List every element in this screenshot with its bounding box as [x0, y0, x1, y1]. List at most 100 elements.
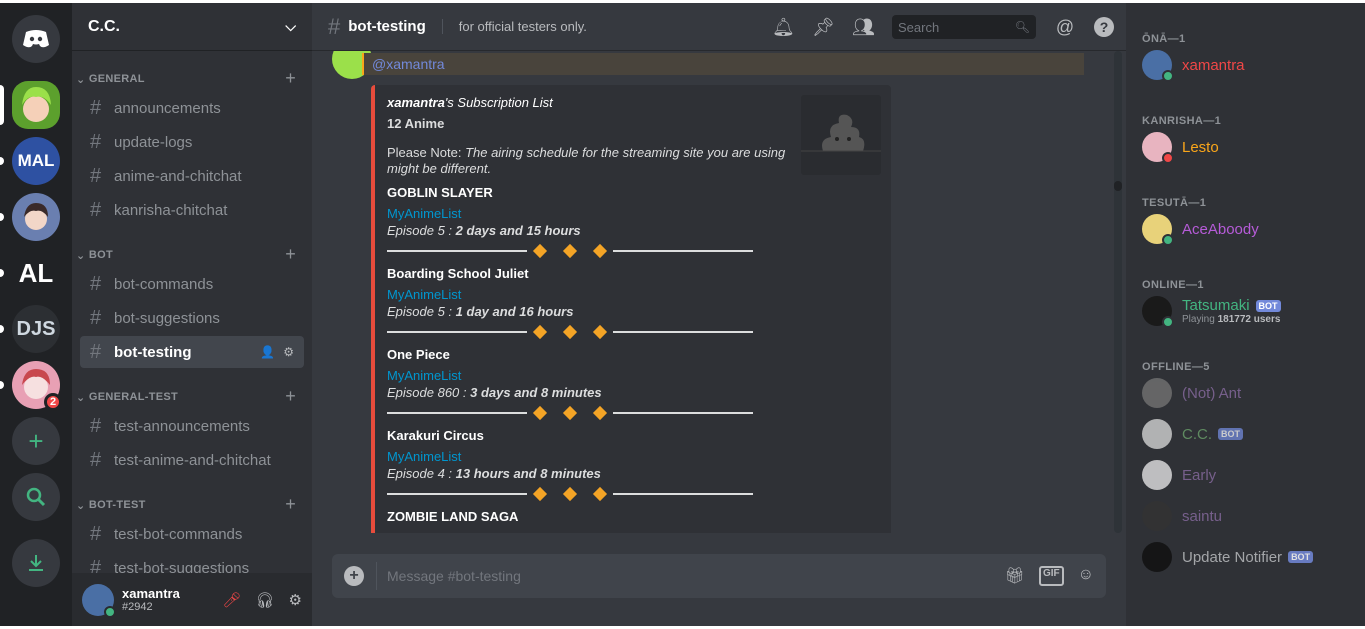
mal-link[interactable]: MyAnimeList [387, 287, 879, 302]
search-input[interactable]: Search 🔍︎ [892, 15, 1036, 39]
mal-link[interactable]: MyAnimeList [387, 206, 879, 221]
mentions-icon[interactable]: @ [1054, 17, 1076, 38]
subscription-embed: xamantra's Subscription List 12 Anime Pl… [371, 85, 891, 533]
bell-icon[interactable]: 🔔︎ [772, 17, 795, 38]
discord-home-icon[interactable] [12, 15, 60, 63]
add-channel-icon[interactable]: + [285, 245, 296, 263]
hash-icon: # [90, 164, 102, 187]
settings-gear-icon[interactable]: ⚙ [289, 591, 302, 609]
scrollbar-thumb[interactable] [1114, 181, 1122, 191]
channel-topic: for official testers only. [441, 19, 587, 34]
member-early[interactable]: Early [1142, 458, 1216, 492]
gift-icon[interactable]: 🎁︎ [1005, 566, 1025, 586]
mal-link[interactable]: MyAnimeList [387, 368, 879, 383]
embed-divider [387, 243, 879, 259]
avatar [1142, 419, 1172, 449]
anime-title: Boarding School Juliet [387, 266, 529, 281]
embed-thumbnail [801, 95, 881, 175]
channel-test-bot-commands[interactable]: # test-bot-commands [80, 518, 304, 550]
emoji-icon[interactable]: ☺ [1078, 566, 1094, 586]
embed-divider [387, 486, 879, 502]
message-input[interactable] [387, 568, 1005, 584]
member-lesto[interactable]: Lesto [1142, 130, 1219, 164]
channel-kanrisha-chitchat[interactable]: # kanrisha-chitchat [80, 194, 304, 226]
bot-badge: BOT [1288, 551, 1314, 563]
avatar [1142, 378, 1172, 408]
member-xamantra[interactable]: xamantra [1142, 48, 1245, 82]
channel-announcements[interactable]: # announcements [80, 92, 304, 124]
channel-label: update-logs [114, 133, 193, 151]
episode-countdown: Episode 5 : 1 day and 16 hours [387, 304, 574, 319]
unread-pill [0, 381, 4, 389]
member-name: Early [1182, 466, 1217, 484]
server-anime-girl[interactable] [12, 193, 60, 241]
member-list-icon[interactable]: 👥︎ [852, 17, 875, 38]
avatar [1142, 296, 1174, 328]
channel-sidebar: C.C. ⌵ ⌄ GENERAL + # announcements # update… [72, 3, 312, 626]
add-channel-icon[interactable]: + [285, 495, 296, 513]
channel-bot-testing[interactable]: # bot-testing 👤 ⚙ [80, 336, 304, 368]
gif-button[interactable]: GIF [1038, 566, 1064, 586]
pin-icon[interactable]: 📌︎ [812, 17, 835, 38]
member-cc[interactable]: C.C. BOT [1142, 417, 1243, 451]
server-cc[interactable] [12, 81, 60, 129]
server-anilist[interactable]: AL [12, 249, 60, 297]
server-rail: MAL AL DJS 2 + [0, 3, 72, 626]
headphones-icon[interactable]: 🎧︎ [256, 591, 275, 609]
explore-servers-icon[interactable] [12, 473, 60, 521]
add-channel-icon[interactable]: + [285, 69, 296, 87]
chevron-down-icon[interactable]: ⌵ [285, 18, 296, 35]
hash-icon: # [90, 306, 102, 329]
gear-icon[interactable]: ⚙ [283, 345, 294, 359]
anilist-logo: AL [18, 257, 54, 288]
member-update-notifier[interactable]: Update Notifier BOT [1142, 540, 1314, 574]
channel-bot-commands[interactable]: # bot-commands [80, 268, 304, 300]
channel-test-announcements[interactable]: # test-announcements [80, 410, 304, 442]
locked-hash-icon: # [90, 448, 102, 471]
member-saintu[interactable]: saintu [1142, 499, 1222, 533]
mal-link[interactable]: MyAnimeList [387, 449, 879, 464]
category-bot-test[interactable]: ⌄ BOT-TEST + [76, 495, 306, 515]
channel-anime-and-chitchat[interactable]: # anime-and-chitchat [80, 160, 304, 192]
server-pink[interactable]: 2 [12, 361, 62, 411]
anime-entry: Boarding School Juliet MyAnimeList Episo… [387, 266, 879, 340]
upload-plus-icon[interactable]: + [344, 566, 364, 586]
server-mal[interactable]: MAL [12, 137, 60, 185]
user-panel: xamantra #2942 🎤︎ 🎧︎ ⚙ [72, 573, 312, 626]
category-general[interactable]: ⌄ GENERAL + [76, 69, 306, 89]
mention-highlight: @xamantra [362, 53, 1084, 75]
category-general-test[interactable]: ⌄ GENERAL-TEST + [76, 387, 306, 407]
avatar [1142, 542, 1172, 572]
anime-title: GOBLIN SLAYER [387, 185, 493, 200]
help-icon[interactable]: ? [1094, 17, 1114, 37]
avatar [1142, 132, 1174, 164]
member-aceaboody[interactable]: AceAboody [1142, 212, 1259, 246]
add-channel-icon[interactable]: + [285, 387, 296, 405]
download-apps-icon[interactable] [12, 539, 60, 587]
guild-header[interactable]: C.C. ⌵ [72, 3, 312, 51]
chat-scrollbar[interactable] [1114, 51, 1122, 533]
user-mention[interactable]: @xamantra [372, 56, 445, 72]
member-name: Lesto [1182, 138, 1219, 156]
member-name: AceAboody [1182, 220, 1259, 238]
category-bot[interactable]: ⌄ BOT + [76, 245, 306, 265]
server-djs[interactable]: DJS [12, 305, 60, 353]
member-name: xamantra [1182, 56, 1245, 74]
active-server-pill [0, 85, 4, 125]
locked-hash-icon: # [90, 522, 102, 545]
avatar[interactable] [82, 583, 116, 618]
anime-entry: GOBLIN SLAYER MyAnimeList Episode 5 : 2 … [387, 185, 879, 259]
channel-update-logs[interactable]: # update-logs [80, 126, 304, 158]
embed-divider [387, 405, 879, 421]
mute-microphone-icon[interactable]: 🎤︎ [222, 591, 241, 609]
member-group-header: ONLINE—1 [1142, 279, 1204, 291]
channel-bot-suggestions[interactable]: # bot-suggestions [80, 302, 304, 334]
member-tatsumaki[interactable]: Tatsumaki BOT Playing 181772 users [1142, 294, 1281, 328]
member-not-ant[interactable]: (Not) Ant [1142, 376, 1241, 410]
add-server-icon[interactable]: + [12, 417, 60, 465]
unread-pill [0, 157, 4, 165]
channel-test-anime-and-chitchat[interactable]: # test-anime-and-chitchat [80, 444, 304, 476]
invite-icon[interactable]: 👤 [260, 345, 275, 359]
channel-header: # bot-testing for official testers only.… [312, 3, 1126, 51]
channel-label: anime-and-chitchat [114, 167, 242, 185]
